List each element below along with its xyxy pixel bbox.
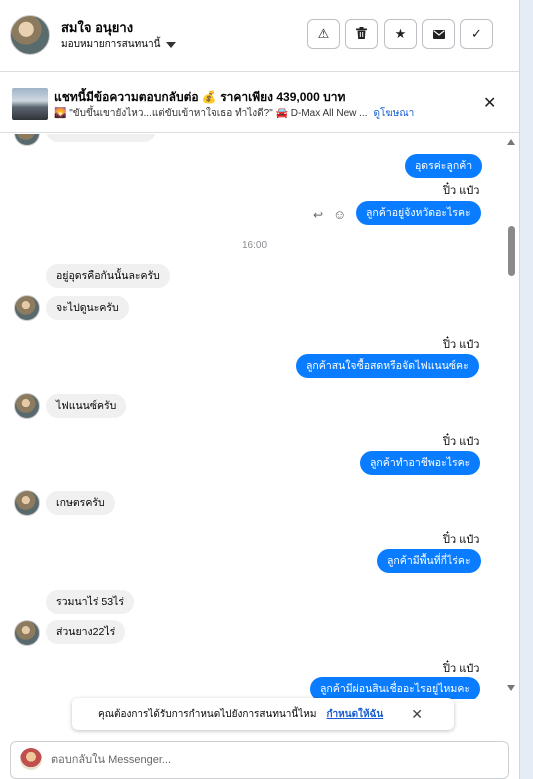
reply-input[interactable]: [51, 750, 491, 770]
message-bubble-incoming[interactable]: เกษตรครับ: [46, 491, 115, 515]
scroll-up-arrow[interactable]: [507, 139, 515, 145]
assign-conversation-dropdown[interactable]: มอบหมายการสนทนานี้: [61, 37, 177, 52]
seen-indicator: ปิ๋ว แป๋ว: [443, 339, 480, 351]
ad-thumbnail[interactable]: [12, 88, 48, 120]
ad-subtitle: 🌄 "ขับขึ้นเขายังไหว...แต่ขับเข้าหาใจเธอ …: [54, 108, 368, 119]
message-bubble-outgoing[interactable]: ลูกค้าอยู่จังหวัดอะไรคะ: [356, 201, 481, 225]
ad-context-bar: แชทนี้มีข้อความตอบกลับต่อ 💰 ราคาเพียง 43…: [0, 72, 519, 133]
assign-prompt-text: คุณต้องการได้รับการกำหนดไปยังการสนทนานี้…: [98, 708, 317, 720]
message-bubble-outgoing[interactable]: ลูกค้ามีผ่อนสินเชื่ออะไรอยู่ไหมคะ: [310, 677, 480, 699]
reply-composer: [10, 741, 509, 779]
conversation-header: สมใจ อนุยาง มอบหมายการสนทนานี้ ⚠ ★ ✓: [0, 0, 519, 72]
message-bubble-incoming[interactable]: อยู่อุดรคือกันนั้นละครับ: [46, 264, 170, 288]
contact-avatar[interactable]: [10, 15, 50, 55]
message-bubble-outgoing[interactable]: ลูกค้าทำอาชีพอะไรคะ: [360, 451, 481, 475]
message-bubble-incoming[interactable]: ส่วนยาง22ไร่: [46, 620, 126, 644]
seen-indicator: ปิ๋ว แป๋ว: [443, 663, 480, 675]
view-ad-link[interactable]: ดูโฆษณา: [373, 106, 414, 121]
ad-title: แชทนี้มีข้อความตอบกลับต่อ 💰 ราคาเพียง 43…: [54, 90, 346, 104]
assign-to-me-link[interactable]: กำหนดให้ฉัน: [326, 707, 383, 722]
scrollbar-thumb[interactable]: [508, 226, 515, 276]
page-avatar: [20, 748, 42, 770]
message-bubble-outgoing[interactable]: ลูกค้ามีพื้นที่กี่ไร่คะ: [377, 549, 481, 573]
message-bubble-incoming: [46, 134, 156, 142]
contact-avatar-small: [14, 393, 40, 419]
conversation-panel: สมใจ อนุยาง มอบหมายการสนทนานี้ ⚠ ★ ✓ แชท…: [0, 0, 533, 779]
seen-indicator: ปิ๋ว แป๋ว: [443, 436, 480, 448]
contact-avatar-small: [14, 490, 40, 516]
contact-avatar-small: [14, 134, 40, 146]
mark-done-button[interactable]: ✓: [460, 19, 493, 49]
message-bubble-outgoing[interactable]: อุดรค่ะลูกค้า: [405, 154, 483, 178]
warning-icon: ⚠: [317, 26, 330, 41]
assign-label: มอบหมายการสนทนานี้: [61, 39, 161, 50]
mark-unread-button[interactable]: [422, 19, 455, 49]
close-icon[interactable]: ✕: [411, 706, 423, 723]
side-panel-edge: [519, 0, 533, 779]
mark-spam-button[interactable]: ⚠: [307, 19, 340, 49]
delete-button[interactable]: [345, 19, 378, 49]
message-bubble-incoming[interactable]: ไฟแนนซ์ครับ: [46, 394, 127, 418]
close-icon[interactable]: ✕: [483, 93, 496, 113]
star-icon: ★: [394, 26, 407, 41]
ad-subtitle-row: 🌄 "ขับขึ้นเขายังไหว...แต่ขับเข้าหาใจเธอ …: [54, 106, 414, 121]
message-list[interactable]: อุดรค่ะลูกค้า ปิ๋ว แป๋ว ↩ ☺ ลูกค้าอยู่จั…: [0, 134, 519, 699]
reply-icon[interactable]: ↩: [313, 208, 323, 222]
scroll-down-arrow[interactable]: [507, 685, 515, 691]
contact-name[interactable]: สมใจ อนุยาง: [61, 17, 133, 38]
message-bubble-incoming[interactable]: จะไปดูนะครับ: [46, 296, 129, 320]
envelope-icon: [432, 27, 445, 42]
assign-prompt-toast: คุณต้องการได้รับการกำหนดไปยังการสนทนานี้…: [72, 698, 454, 730]
message-timestamp: 16:00: [242, 240, 268, 251]
message-bubble-outgoing[interactable]: ลูกค้าสนใจซื้อสดหรือจัดไฟแนนซ์คะ: [296, 354, 479, 378]
trash-icon: [356, 26, 367, 42]
react-icon[interactable]: ☺: [333, 207, 346, 222]
check-icon: ✓: [471, 26, 482, 41]
star-button[interactable]: ★: [384, 19, 417, 49]
seen-indicator: ปิ๋ว แป๋ว: [443, 534, 480, 546]
contact-avatar-small: [14, 620, 40, 646]
caret-down-icon: [166, 41, 177, 48]
seen-indicator: ปิ๋ว แป๋ว: [443, 185, 480, 197]
contact-avatar-small: [14, 295, 40, 321]
message-bubble-incoming[interactable]: รวมนาไร่ 53ไร่: [46, 590, 134, 614]
